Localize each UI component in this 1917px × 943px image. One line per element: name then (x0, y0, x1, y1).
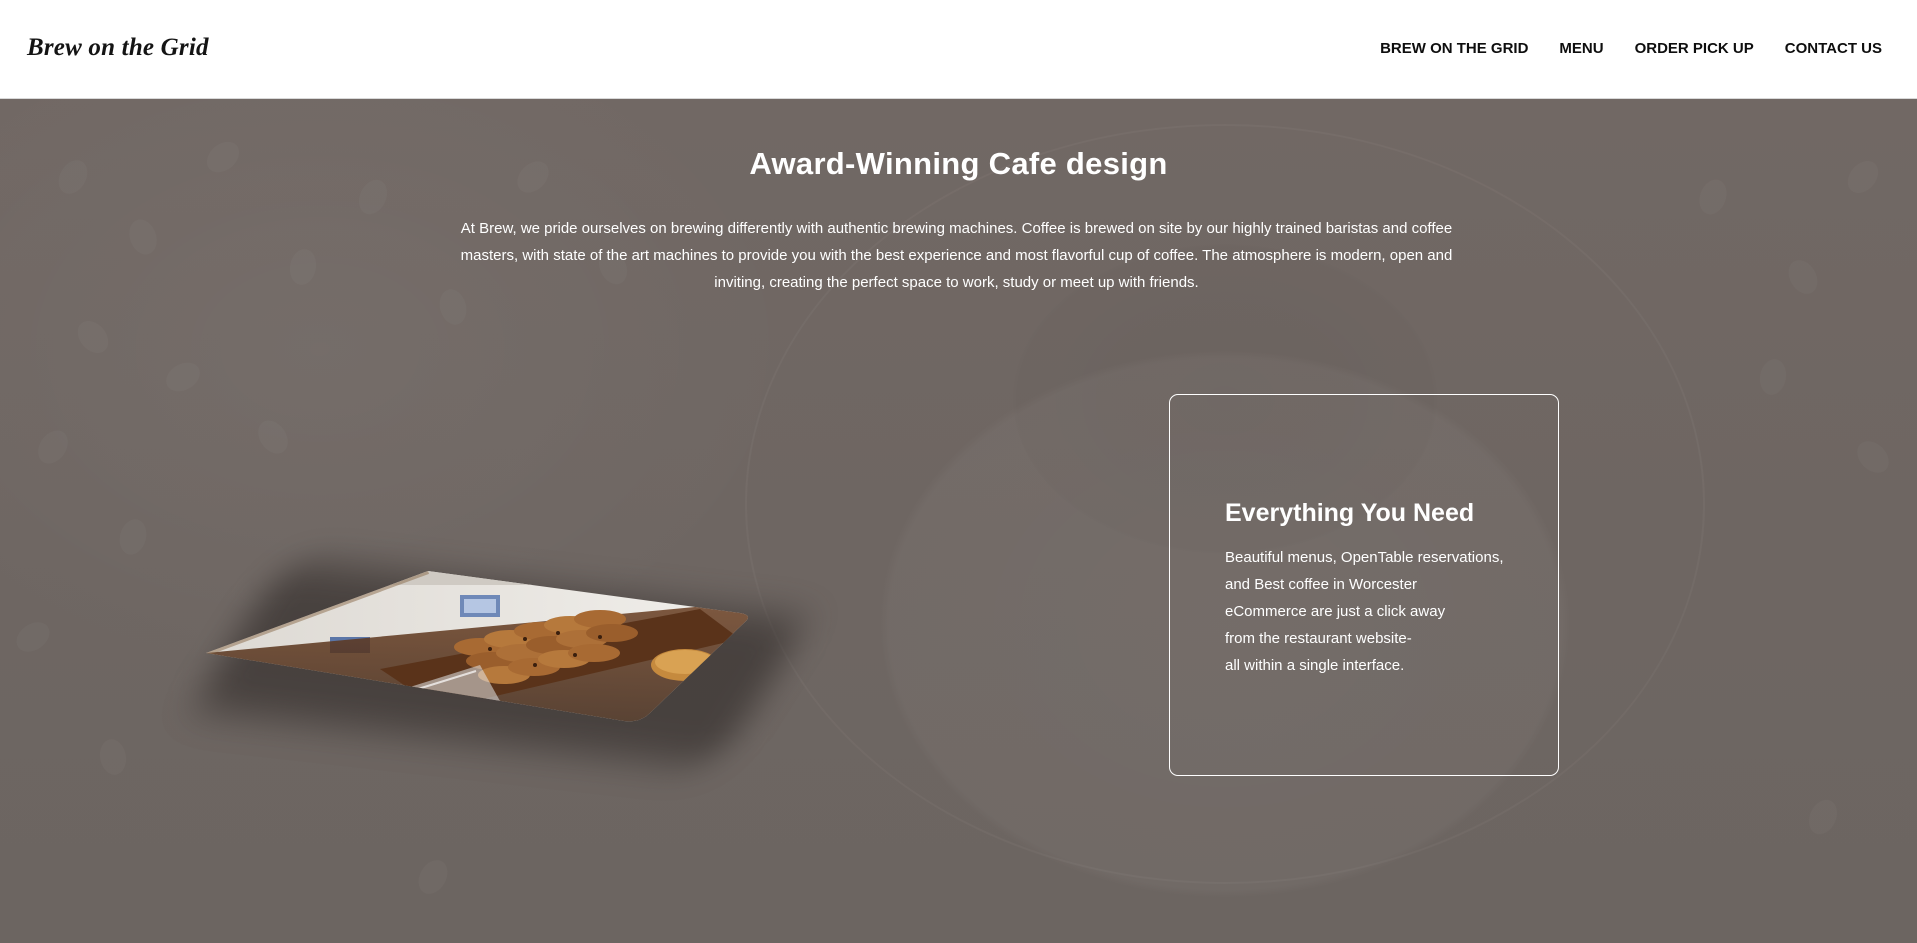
main-nav: BREW ON THE GRID MENU ORDER PICK UP CONT… (1380, 40, 1882, 57)
nav-link-brew-on-the-grid[interactable]: BREW ON THE GRID (1380, 40, 1528, 57)
hero-section: Award-Winning Cafe design At Brew, we pr… (0, 99, 1917, 943)
card-title: Everything You Need (1225, 499, 1475, 527)
site-header: Brew on the Grid BREW ON THE GRID MENU O… (0, 0, 1917, 99)
nav-link-order-pick-up[interactable]: ORDER PICK UP (1635, 40, 1754, 57)
cookies-photo (180, 469, 811, 768)
hero-description: At Brew, we pride ourselves on brewing d… (460, 220, 1453, 291)
card-line: eCommerce are just a click away (1225, 603, 1446, 620)
card-text: Beautiful menus, OpenTable reservations,… (1225, 544, 1504, 679)
site-logo[interactable]: Brew on the Grid (27, 34, 209, 62)
hero-title: Award-Winning Cafe design (749, 146, 1168, 181)
card-line: and Best coffee in Worcester (1225, 576, 1418, 593)
cookies-on-counter-photo (206, 571, 748, 722)
card-line: Beautiful menus, OpenTable reservations, (1225, 549, 1504, 566)
nav-link-menu[interactable]: MENU (1559, 40, 1603, 57)
info-card: Everything You Need Beautiful menus, Ope… (1169, 394, 1559, 776)
card-line: all within a single interface. (1225, 657, 1405, 674)
nav-link-contact-us[interactable]: CONTACT US (1785, 40, 1882, 57)
card-line: from the restaurant website- (1225, 630, 1412, 647)
